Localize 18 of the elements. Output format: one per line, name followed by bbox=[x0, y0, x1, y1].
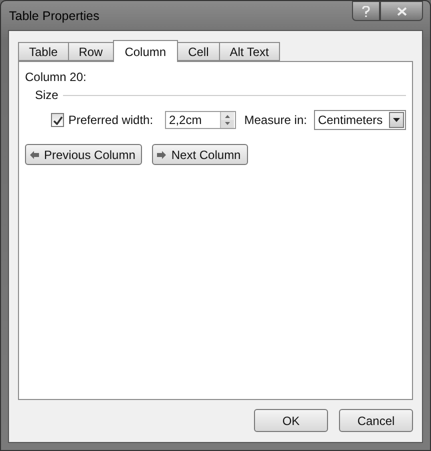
column-label: Column 20: bbox=[25, 70, 88, 84]
tab[interactable]: Column bbox=[112, 40, 178, 62]
field-value: 2,2cm bbox=[169, 113, 202, 127]
window-title: Table Properties bbox=[8, 8, 100, 22]
dialog-button[interactable]: OK bbox=[254, 409, 328, 432]
tab[interactable]: Table bbox=[18, 42, 69, 61]
measure-dropdown[interactable]: Centimeters bbox=[314, 110, 406, 130]
nav-button[interactable]: Previous Column bbox=[25, 144, 142, 165]
width-field[interactable]: 2,2cm bbox=[165, 111, 236, 129]
dropdown-value: Centimeters bbox=[318, 113, 383, 127]
tab[interactable]: Alt Text bbox=[218, 42, 280, 61]
field-label: Measure in: bbox=[244, 113, 307, 127]
dialog-button[interactable]: Cancel bbox=[339, 409, 413, 432]
tab[interactable]: Cell bbox=[177, 42, 220, 61]
tab[interactable]: Row bbox=[68, 42, 114, 61]
field-label: Preferred width: bbox=[68, 113, 154, 127]
group-title: Size bbox=[35, 88, 58, 102]
nav-button[interactable]: Next Column bbox=[152, 144, 248, 165]
